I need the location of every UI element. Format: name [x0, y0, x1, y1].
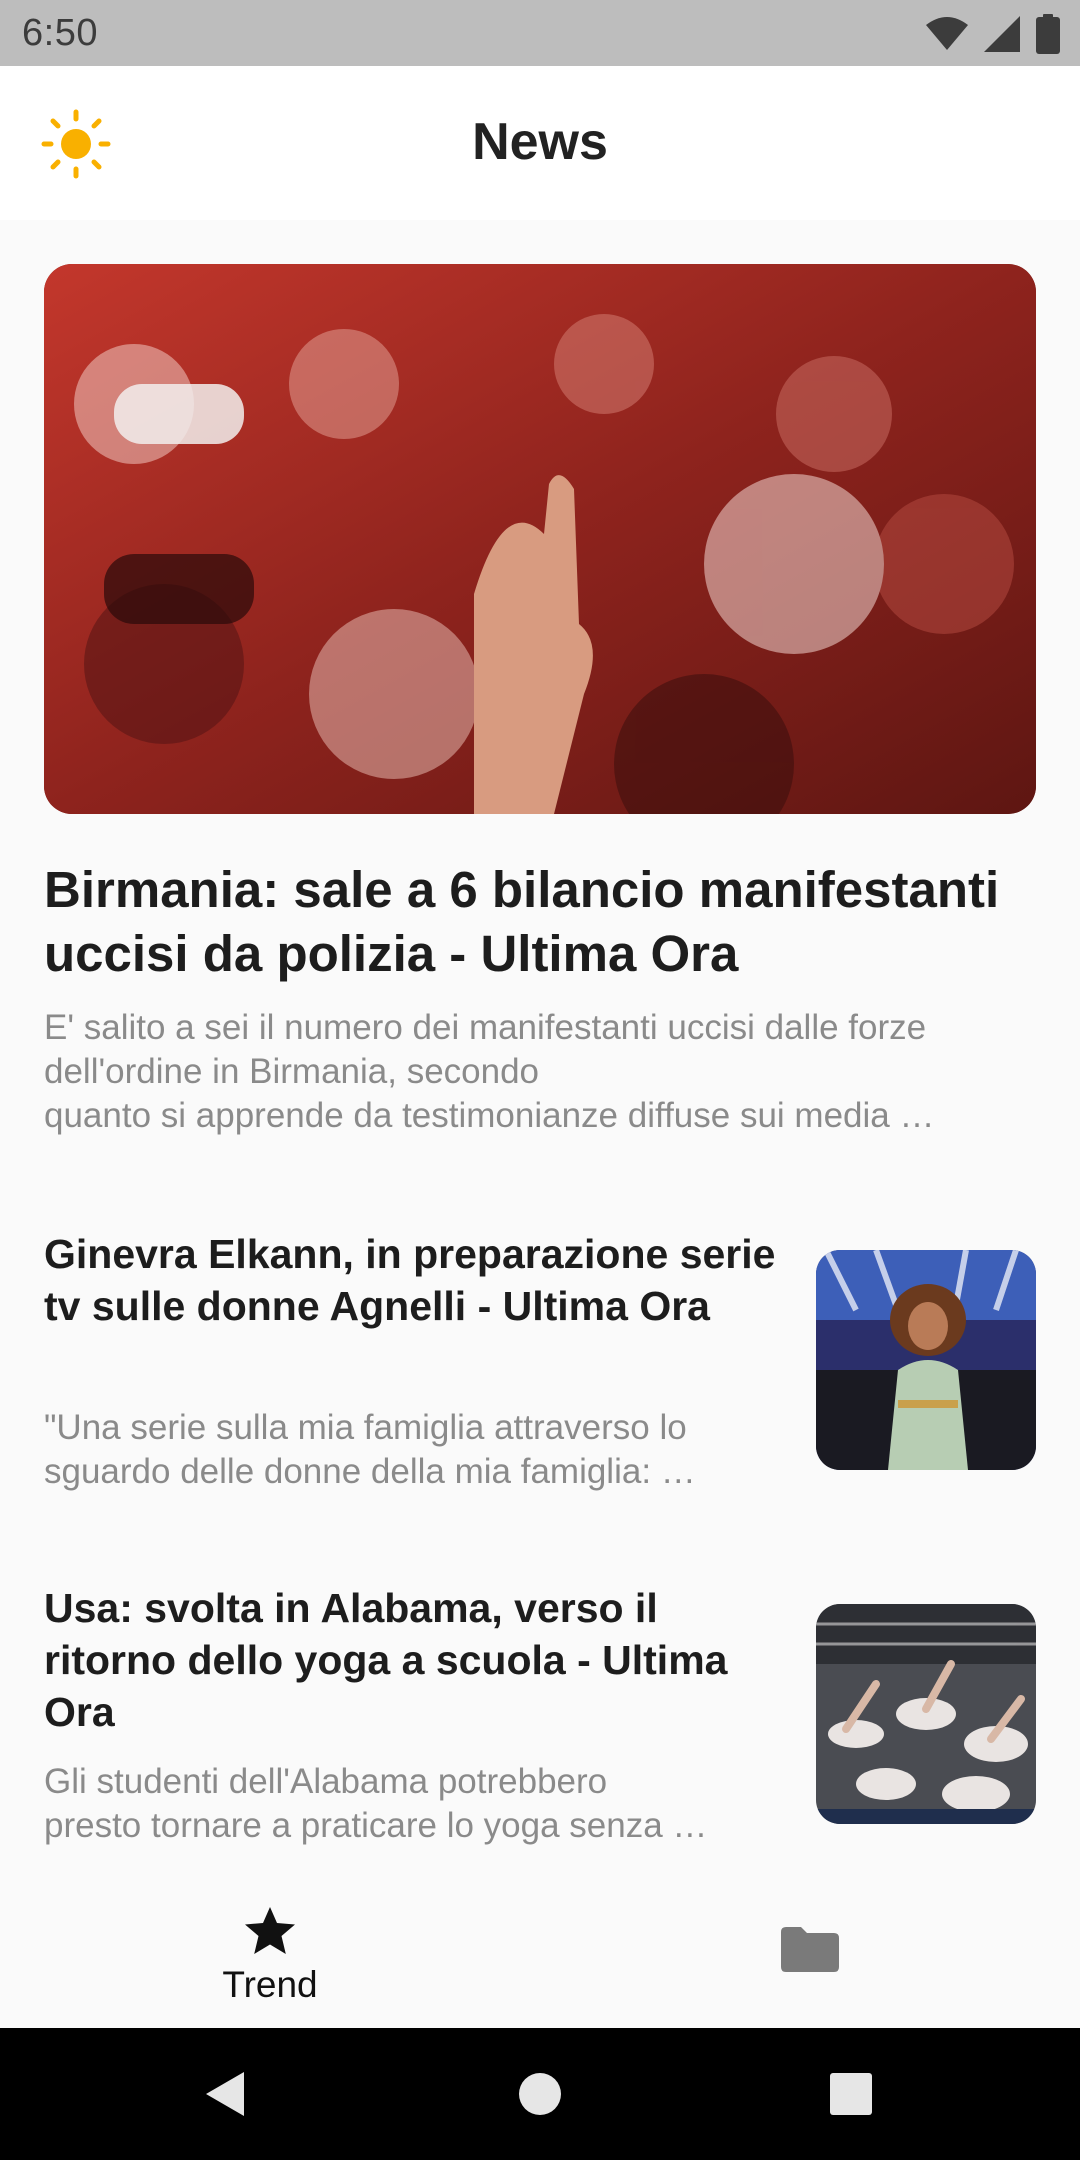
- tab-trend-label: Trend: [222, 1964, 318, 2005]
- article-description: Gli studenti dell'Alabama potrebbero pre…: [44, 1760, 774, 1848]
- system-navigation-bar: [0, 2028, 1080, 2160]
- description-line: Gli studenti dell'Alabama potrebbero: [44, 1762, 608, 1801]
- status-bar: 6:50: [0, 0, 1080, 66]
- article-title[interactable]: Ginevra Elkann, in preparazione serie tv…: [44, 1228, 784, 1332]
- article-thumbnail[interactable]: [816, 1250, 1036, 1470]
- home-button[interactable]: [504, 2058, 576, 2130]
- news-feed[interactable]: Birmania: sale a 6 bilancio manifestanti…: [0, 220, 1080, 1890]
- featured-article-image[interactable]: [44, 264, 1036, 814]
- tab-folders[interactable]: [660, 1890, 960, 2028]
- featured-article-title[interactable]: Birmania: sale a 6 bilancio manifestanti…: [44, 858, 1044, 986]
- protest-crowd-photo: [44, 264, 1036, 814]
- back-button[interactable]: [190, 2058, 262, 2130]
- bottom-navigation: Trend: [0, 1890, 1080, 2028]
- page-title: News: [472, 113, 608, 171]
- wifi-icon: [926, 17, 968, 50]
- home-icon: [519, 2073, 561, 2115]
- description-line: quanto si apprende da testimonianze diff…: [44, 1096, 935, 1135]
- description-line: "Una serie sulla mia famiglia attraverso…: [44, 1408, 687, 1447]
- star-icon: [245, 1907, 295, 1954]
- signal-icon: [984, 16, 1020, 52]
- description-line: sguardo delle donne della mia famiglia: …: [44, 1452, 696, 1491]
- article-thumbnail[interactable]: [816, 1604, 1036, 1824]
- yoga-class-photo: [816, 1604, 1036, 1824]
- featured-article-description: E' salito a sei il numero dei manifestan…: [44, 1006, 1044, 1138]
- recents-icon: [830, 2073, 872, 2115]
- article-description: "Una serie sulla mia famiglia attraverso…: [44, 1406, 774, 1494]
- news-app-screen: 6:50 News Birmania: sale a 6 bilancio ma…: [0, 0, 1080, 2160]
- app-bar: News: [0, 66, 1080, 220]
- status-icons: [926, 14, 1060, 54]
- status-time: 6:50: [22, 12, 98, 54]
- tab-trend[interactable]: Trend: [120, 1890, 420, 2028]
- back-icon: [206, 2072, 244, 2116]
- article-title[interactable]: Usa: svolta in Alabama, verso il ritorno…: [44, 1582, 784, 1738]
- woman-portrait-photo: [816, 1250, 1036, 1470]
- description-line: dell'ordine in Birmania, secondo: [44, 1052, 540, 1091]
- description-line: E' salito a sei il numero dei manifestan…: [44, 1008, 927, 1047]
- battery-icon: [1036, 14, 1060, 54]
- folder-icon: [781, 1927, 839, 1972]
- description-line: presto tornare a praticare lo yoga senza…: [44, 1806, 708, 1845]
- recents-button[interactable]: [815, 2058, 887, 2130]
